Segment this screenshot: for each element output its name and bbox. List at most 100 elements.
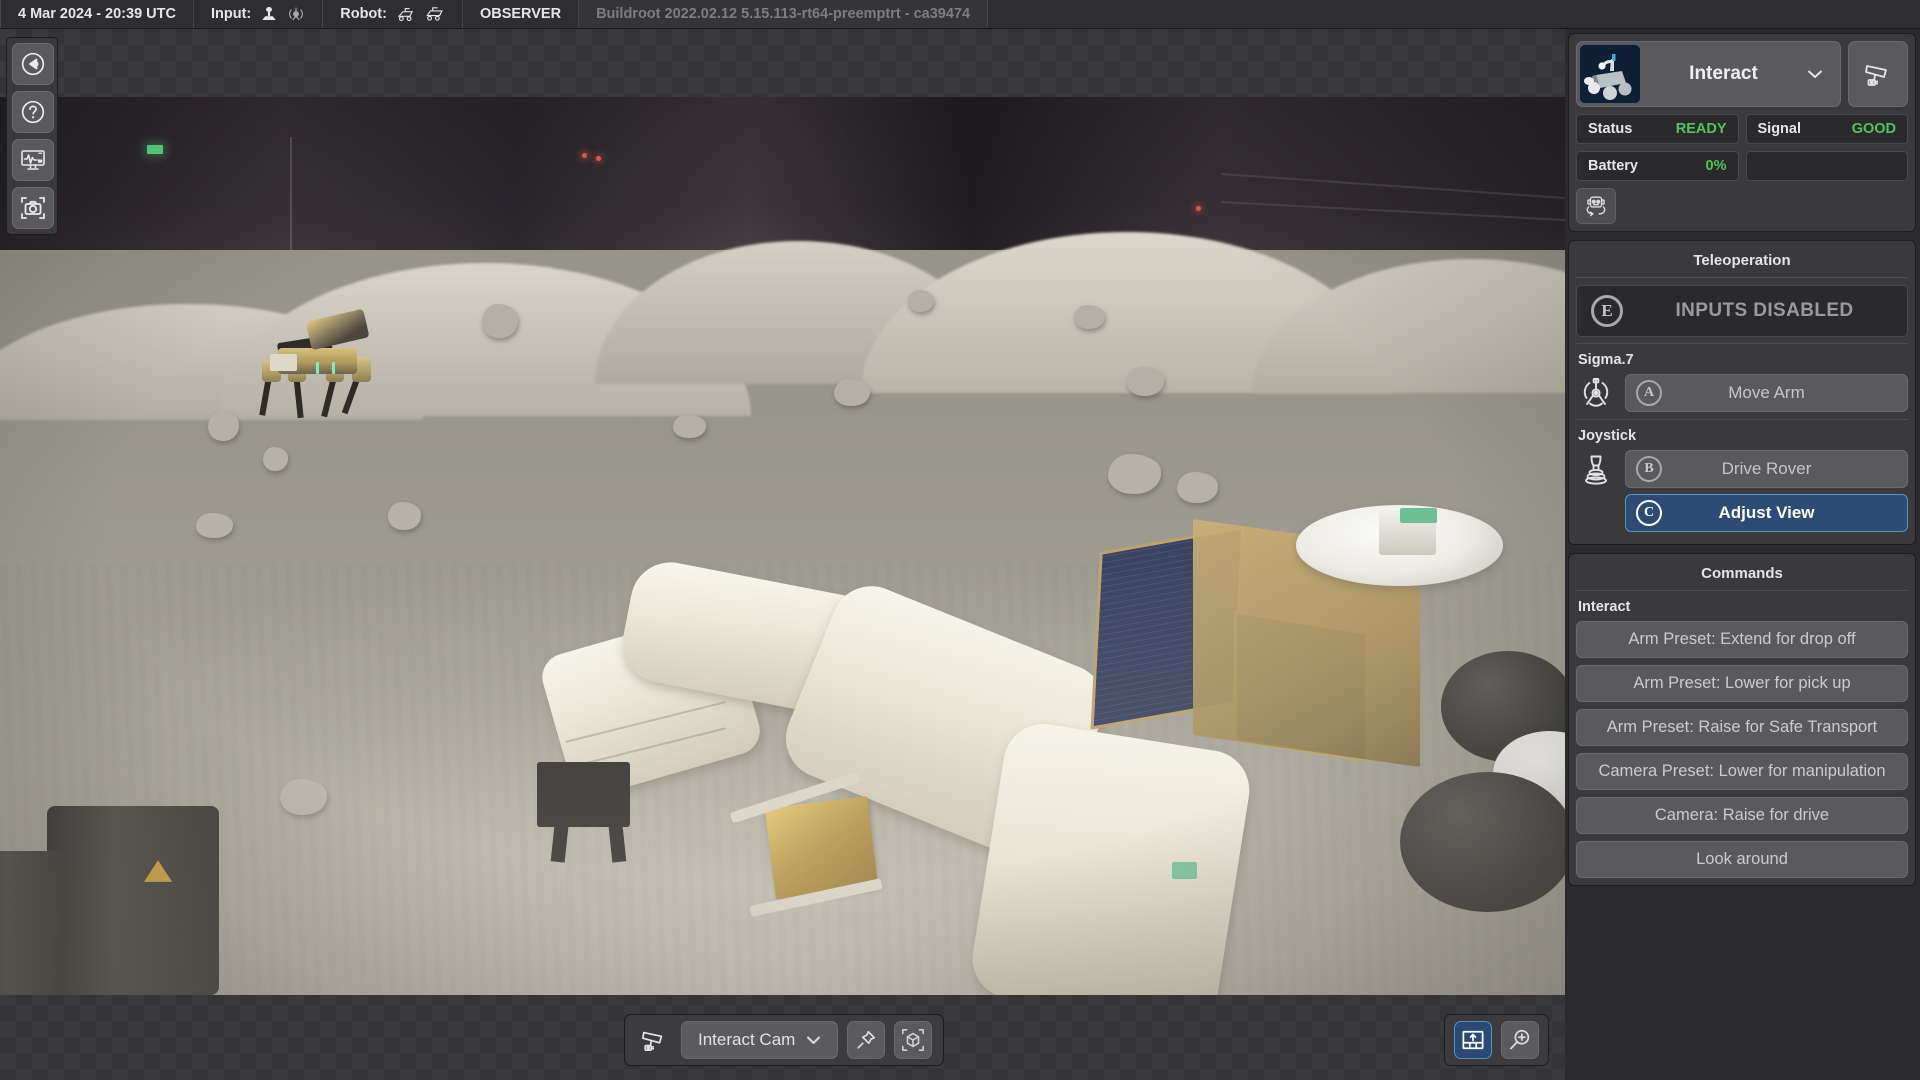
robot-selector[interactable]: Interact [1576, 41, 1841, 107]
signal-badge: Signal GOOD [1745, 114, 1908, 144]
empty-status-badge [1745, 151, 1908, 181]
robot-devices-cell: Robot: [323, 0, 463, 28]
telemetry-monitor-icon[interactable] [12, 139, 54, 181]
scene-rock [388, 501, 421, 530]
viewport-stage [0, 29, 1565, 1080]
camera-video-feed[interactable] [0, 97, 1565, 995]
screenshot-icon[interactable] [12, 187, 54, 229]
command-button[interactable]: Camera: Raise for drive [1576, 797, 1908, 834]
camera-icon [636, 1027, 672, 1053]
robot-header-card: Interact Status READY Signal GOOD Batter… [1568, 33, 1916, 232]
scene-rock [195, 512, 234, 538]
status-value: READY [1675, 121, 1727, 137]
device-row-joystick: B Drive Rover [1576, 449, 1908, 489]
3d-view-icon[interactable] [894, 1021, 933, 1059]
camera-select-label: Interact Cam [698, 1030, 796, 1049]
scene-indicator-light [1195, 205, 1201, 211]
commands-group-label: Interact [1578, 599, 1631, 615]
device-row-joystick-2: C Adjust View [1625, 494, 1908, 532]
scene-antenna-cap [1399, 507, 1437, 523]
chevron-down-icon [806, 1035, 821, 1045]
action-badge: C [1636, 500, 1662, 526]
camera-icon[interactable] [1848, 41, 1908, 107]
right-sidebar: Interact Status READY Signal GOOD Batter… [1568, 33, 1916, 1073]
rover-thumbnail [1580, 45, 1640, 103]
command-button[interactable]: Arm Preset: Raise for Safe Transport [1576, 709, 1908, 746]
scene-arm-segment [966, 718, 1255, 995]
scene-indicator-light [582, 152, 588, 158]
battery-badge: Battery 0% [1576, 151, 1739, 181]
zoom-in-icon[interactable] [1501, 1021, 1539, 1059]
build-info: Buildroot 2022.02.12 5.15.113-rt64-preem… [579, 0, 989, 28]
action-badge: B [1636, 456, 1662, 482]
command-button[interactable]: Arm Preset: Extend for drop off [1576, 621, 1908, 658]
panel-layout-icon[interactable] [1454, 1021, 1492, 1059]
scene-rock [1073, 305, 1105, 329]
inputs-badge: E [1591, 295, 1623, 327]
battery-value: 0% [1705, 158, 1727, 174]
robot-head-rotate-icon[interactable] [1576, 188, 1616, 224]
user-role-text: OBSERVER [479, 6, 562, 22]
scene-foreground-drum [0, 851, 63, 995]
timestamp-cell: 4 Mar 2024 - 20:39 UTC [0, 0, 194, 28]
back-arrow-icon[interactable] [12, 43, 54, 85]
action-drive-rover[interactable]: B Drive Rover [1625, 450, 1908, 488]
scene-rock [482, 303, 518, 338]
robot-label: Robot: [340, 6, 387, 22]
left-tool-rail [6, 37, 58, 235]
scene-green-cap [1172, 862, 1198, 880]
chevron-down-icon [1807, 69, 1837, 79]
rover-icon [396, 6, 416, 22]
scene-rock [672, 414, 706, 439]
action-label: Move Arm [1728, 383, 1805, 402]
device-label-sigma7: Sigma.7 [1576, 343, 1908, 373]
robot-name-label: Interact [1689, 63, 1758, 84]
teleoperation-title: Teleoperation [1576, 248, 1908, 278]
viewport-controls [1444, 1014, 1549, 1066]
build-info-text: Buildroot 2022.02.12 5.15.113-rt64-preem… [596, 6, 971, 22]
scene-girder [289, 137, 292, 264]
inputs-disabled-banner[interactable]: E INPUTS DISABLED [1576, 285, 1908, 337]
inputs-state-label: INPUTS DISABLED [1675, 300, 1854, 321]
signal-value: GOOD [1851, 121, 1896, 137]
sigma7-haptic-icon [1576, 373, 1616, 413]
action-move-arm[interactable]: A Move Arm [1625, 374, 1908, 412]
camera-toolbar: Interact Cam [624, 1014, 945, 1066]
status-key: Status [1588, 121, 1633, 137]
topbar-spacer [988, 0, 1920, 28]
scene-rock [1176, 472, 1218, 503]
input-devices-cell: Input: [194, 0, 324, 28]
joystick-icon [260, 5, 278, 23]
command-button[interactable]: Look around [1576, 841, 1908, 878]
scene-wheel [1399, 771, 1565, 913]
scene-exit-sign [147, 145, 164, 155]
status-row-1: Status READY Signal GOOD [1576, 114, 1908, 144]
scene-rock [1108, 454, 1162, 494]
help-icon[interactable] [12, 91, 54, 133]
action-label: Drive Rover [1721, 459, 1812, 478]
timestamp-text: 4 Mar 2024 - 20:39 UTC [18, 6, 176, 22]
scene-rover-assembly [532, 505, 1565, 995]
status-row-2: Battery 0% [1576, 151, 1908, 181]
command-button[interactable]: Camera Preset: Lower for manipulation [1576, 753, 1908, 790]
device-row-sigma7: A Move Arm [1576, 373, 1908, 413]
battery-key: Battery [1588, 158, 1638, 174]
command-button[interactable]: Arm Preset: Lower for pick up [1576, 665, 1908, 702]
commands-title: Commands [1576, 561, 1908, 591]
teleoperation-card: Teleoperation E INPUTS DISABLED Sigma.7 [1568, 240, 1916, 545]
scene-quadruped-robot [252, 308, 380, 420]
rover-icon [425, 6, 445, 22]
camera-select-dropdown[interactable]: Interact Cam [681, 1021, 839, 1059]
scene-rock [907, 290, 935, 312]
robot-header-row: Interact [1576, 41, 1908, 107]
signal-key: Signal [1757, 121, 1802, 137]
status-badge: Status READY [1576, 114, 1739, 144]
input-label: Input: [210, 6, 252, 22]
scene-rock [834, 378, 871, 406]
scene-rock [262, 447, 288, 471]
top-status-bar: 4 Mar 2024 - 20:39 UTC Input: Robot: OBS… [0, 0, 1920, 29]
action-label: Adjust View [1718, 503, 1815, 522]
action-adjust-view[interactable]: C Adjust View [1625, 494, 1908, 532]
scene-foreground-drum [46, 806, 220, 995]
pin-icon[interactable] [847, 1021, 886, 1059]
